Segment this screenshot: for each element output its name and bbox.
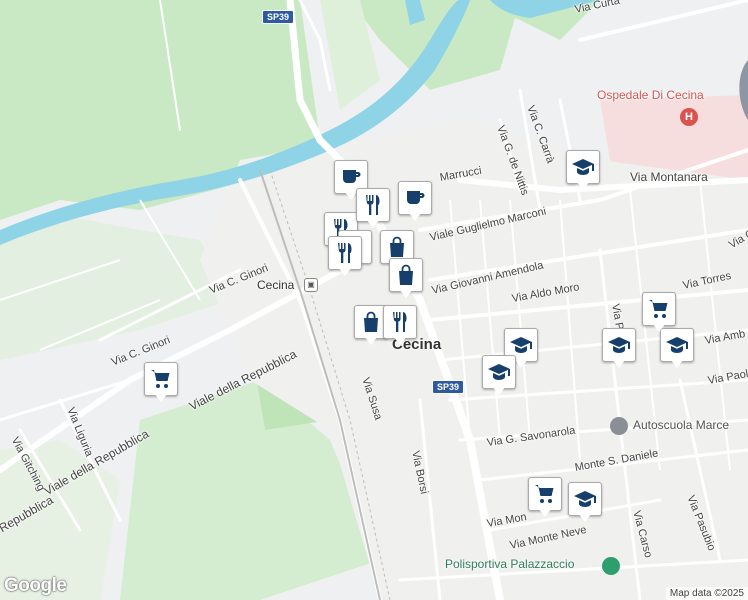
map-marker-school[interactable] <box>566 150 600 192</box>
hospital-icon[interactable]: H <box>680 108 698 126</box>
map-marker-cafe[interactable] <box>398 181 432 223</box>
map-marker-supermarket[interactable] <box>528 477 562 519</box>
map-marker-supermarket[interactable] <box>144 362 178 404</box>
restaurant-icon <box>328 236 362 270</box>
map-attribution: Map data ©2025 <box>665 587 748 600</box>
map-marker-restaurant[interactable] <box>356 188 390 230</box>
road-label: Via Montanara <box>630 170 708 184</box>
map-marker-school[interactable] <box>568 482 602 524</box>
sp39-shield-top: SP39 <box>262 10 295 24</box>
school-icon <box>566 150 600 184</box>
map-marker-supermarket[interactable] <box>642 292 676 334</box>
restaurant-icon <box>383 305 417 339</box>
sports-club-icon[interactable] <box>602 557 620 575</box>
shopping-bag-icon <box>389 258 423 292</box>
school-icon <box>602 328 636 362</box>
restaurant-icon <box>356 188 390 222</box>
school-icon <box>568 482 602 516</box>
sp39-shield-bottom: SP39 <box>432 380 465 394</box>
map-marker-shop[interactable] <box>389 258 423 300</box>
driving-school-icon[interactable] <box>610 417 628 435</box>
poi-label: Autoscuola Marce <box>633 418 730 432</box>
shopping-cart-icon <box>144 362 178 396</box>
shopping-cart-icon <box>642 292 676 326</box>
map-marker-school[interactable] <box>602 328 636 370</box>
map-marker-school[interactable] <box>482 355 516 397</box>
coffee-icon <box>398 181 432 215</box>
google-logo: Google <box>4 575 67 596</box>
map-marker-restaurant[interactable] <box>328 236 362 278</box>
hospital-label: Ospedale Di Cecina <box>597 88 704 102</box>
poi-label: Polisportiva Palazzaccio <box>445 557 575 571</box>
map-canvas[interactable]: SP39 SP39 Via Curta Via Montanara Marruc… <box>0 0 748 600</box>
train-station-icon[interactable]: ▣ <box>304 278 318 292</box>
station-label: Cecina <box>257 278 295 292</box>
school-icon <box>482 355 516 389</box>
map-marker-restaurant[interactable] <box>383 305 417 347</box>
map-marker-school[interactable] <box>660 328 694 370</box>
shopping-cart-icon <box>528 477 562 511</box>
